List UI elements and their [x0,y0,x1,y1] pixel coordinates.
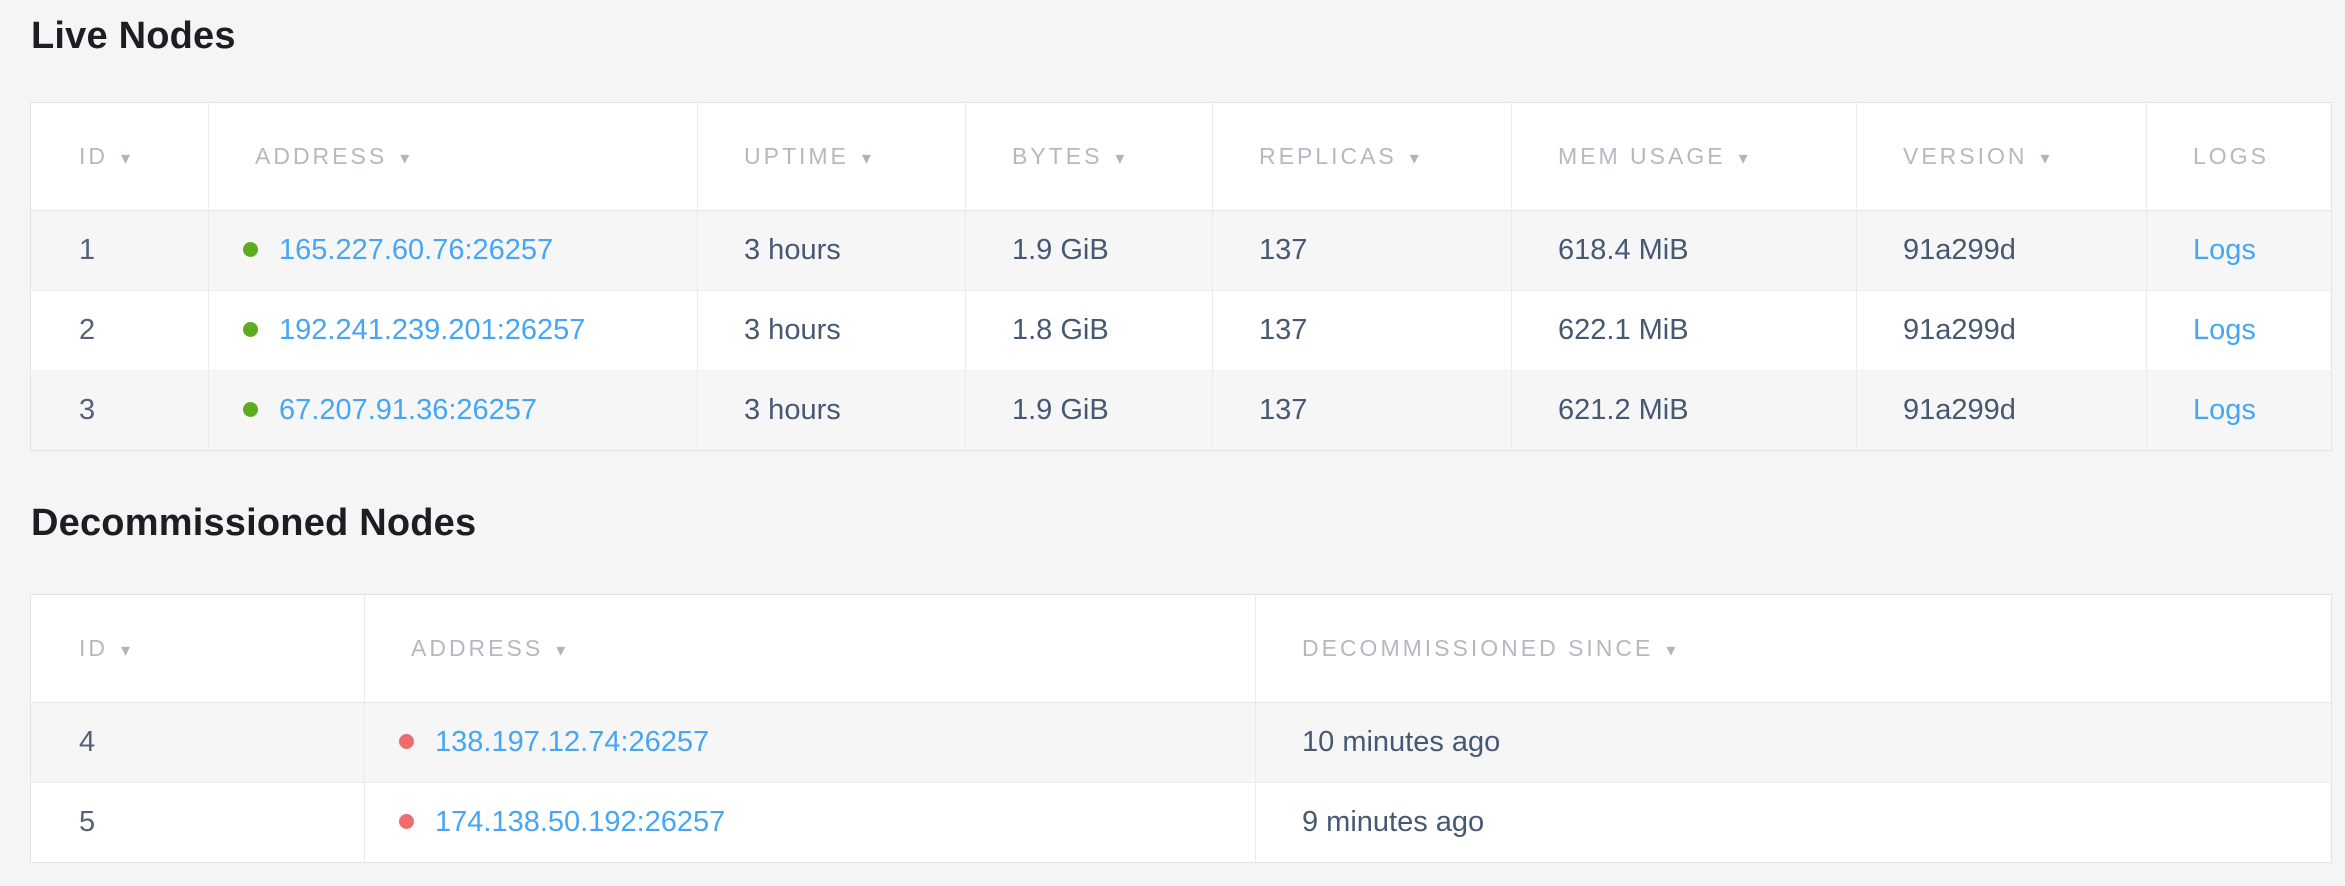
live-status-dot-icon [243,322,258,337]
node-version-cell: 91a299d [1857,211,2147,291]
node-id-cell: 5 [31,783,365,863]
column-header-address[interactable]: ADDRESS ▾ [209,103,698,211]
decommissioned-nodes-header-row: ID ▾ ADDRESS ▾ DECOMMISSIONED SINCE ▾ [31,595,2332,703]
node-mem-usage-cell: 622.1 MiB [1512,291,1857,371]
node-version-cell: 91a299d [1857,291,2147,371]
table-row: 1 165.227.60.76:26257 3 hours 1.9 GiB 13… [31,211,2332,291]
table-row: 5 174.138.50.192:26257 9 minutes ago [31,783,2332,863]
node-decommissioned-since-cell: 10 minutes ago [1256,703,2332,783]
column-header-label: BYTES [1012,143,1102,169]
node-mem-usage-cell: 621.2 MiB [1512,371,1857,451]
sort-arrow-icon: ▾ [862,148,871,169]
column-header-label: ADDRESS [411,635,543,661]
column-header-bytes[interactable]: BYTES ▾ [966,103,1213,211]
live-nodes-title: Live Nodes [31,10,2345,62]
column-header-replicas[interactable]: REPLICAS ▾ [1213,103,1512,211]
node-id-cell: 3 [31,371,209,451]
node-bytes-cell: 1.9 GiB [966,211,1213,291]
node-address-link[interactable]: 138.197.12.74:26257 [435,726,709,758]
column-header-mem-usage[interactable]: MEM USAGE ▾ [1512,103,1857,211]
column-header-label: DECOMMISSIONED SINCE [1302,635,1653,661]
node-replicas-cell: 137 [1213,291,1512,371]
node-uptime-cell: 3 hours [698,291,966,371]
node-replicas-cell: 137 [1213,371,1512,451]
node-replicas-cell: 137 [1213,211,1512,291]
node-address-cell: 138.197.12.74:26257 [365,703,1256,783]
sort-arrow-icon: ▾ [2041,148,2050,169]
column-header-label: ID [79,635,108,661]
live-status-dot-icon [243,242,258,257]
node-mem-usage-cell: 618.4 MiB [1512,211,1857,291]
column-header-version[interactable]: VERSION ▾ [1857,103,2147,211]
node-uptime-cell: 3 hours [698,371,966,451]
logs-link[interactable]: Logs [2193,234,2256,266]
node-address-cell: 67.207.91.36:26257 [209,371,698,451]
node-version-cell: 91a299d [1857,371,2147,451]
sort-arrow-icon: ▾ [1739,148,1748,169]
node-bytes-cell: 1.8 GiB [966,291,1213,371]
sort-arrow-icon: ▾ [121,640,130,661]
column-header-id[interactable]: ID ▾ [31,595,365,703]
sort-arrow-icon: ▾ [1115,148,1124,169]
table-row: 4 138.197.12.74:26257 10 minutes ago [31,703,2332,783]
decommissioned-status-dot-icon [399,814,414,829]
node-logs-cell: Logs [2147,291,2332,371]
node-address-link[interactable]: 165.227.60.76:26257 [279,234,553,266]
node-address-link[interactable]: 67.207.91.36:26257 [279,394,537,426]
column-header-id[interactable]: ID ▾ [31,103,209,211]
column-header-label: VERSION [1903,143,2028,169]
node-address-cell: 174.138.50.192:26257 [365,783,1256,863]
node-address-link[interactable]: 192.241.239.201:26257 [279,314,585,346]
decommissioned-nodes-title: Decommissioned Nodes [31,497,2345,549]
sort-arrow-icon: ▾ [121,148,130,169]
node-id-cell: 1 [31,211,209,291]
node-address-cell: 165.227.60.76:26257 [209,211,698,291]
column-header-uptime[interactable]: UPTIME ▾ [698,103,966,211]
column-header-label: LOGS [2193,143,2269,169]
decommissioned-nodes-table: ID ▾ ADDRESS ▾ DECOMMISSIONED SINCE ▾ 4 138… [30,594,2332,863]
live-status-dot-icon [243,402,258,417]
node-logs-cell: Logs [2147,371,2332,451]
sort-arrow-icon: ▾ [1666,640,1675,661]
column-header-decommissioned-since[interactable]: DECOMMISSIONED SINCE ▾ [1256,595,2332,703]
live-nodes-header-row: ID ▾ ADDRESS ▾ UPTIME ▾ BYTES ▾ REPLICAS ▾ ME… [31,103,2332,211]
sort-arrow-icon: ▾ [400,148,409,169]
node-decommissioned-since-cell: 9 minutes ago [1256,783,2332,863]
table-row: 3 67.207.91.36:26257 3 hours 1.9 GiB 137… [31,371,2332,451]
decommissioned-status-dot-icon [399,734,414,749]
column-header-logs: LOGS [2147,103,2332,211]
node-uptime-cell: 3 hours [698,211,966,291]
node-address-link[interactable]: 174.138.50.192:26257 [435,806,725,838]
column-header-label: ID [79,143,108,169]
node-id-cell: 2 [31,291,209,371]
column-header-label: MEM USAGE [1558,143,1726,169]
column-header-label: ADDRESS [255,143,387,169]
logs-link[interactable]: Logs [2193,394,2256,426]
column-header-label: REPLICAS [1259,143,1397,169]
logs-link[interactable]: Logs [2193,314,2256,346]
sort-arrow-icon: ▾ [1410,148,1419,169]
column-header-address[interactable]: ADDRESS ▾ [365,595,1256,703]
table-row: 2 192.241.239.201:26257 3 hours 1.8 GiB … [31,291,2332,371]
live-nodes-table: ID ▾ ADDRESS ▾ UPTIME ▾ BYTES ▾ REPLICAS ▾ ME… [30,102,2332,451]
node-logs-cell: Logs [2147,211,2332,291]
node-bytes-cell: 1.9 GiB [966,371,1213,451]
sort-arrow-icon: ▾ [556,640,565,661]
node-address-cell: 192.241.239.201:26257 [209,291,698,371]
column-header-label: UPTIME [744,143,849,169]
node-id-cell: 4 [31,703,365,783]
